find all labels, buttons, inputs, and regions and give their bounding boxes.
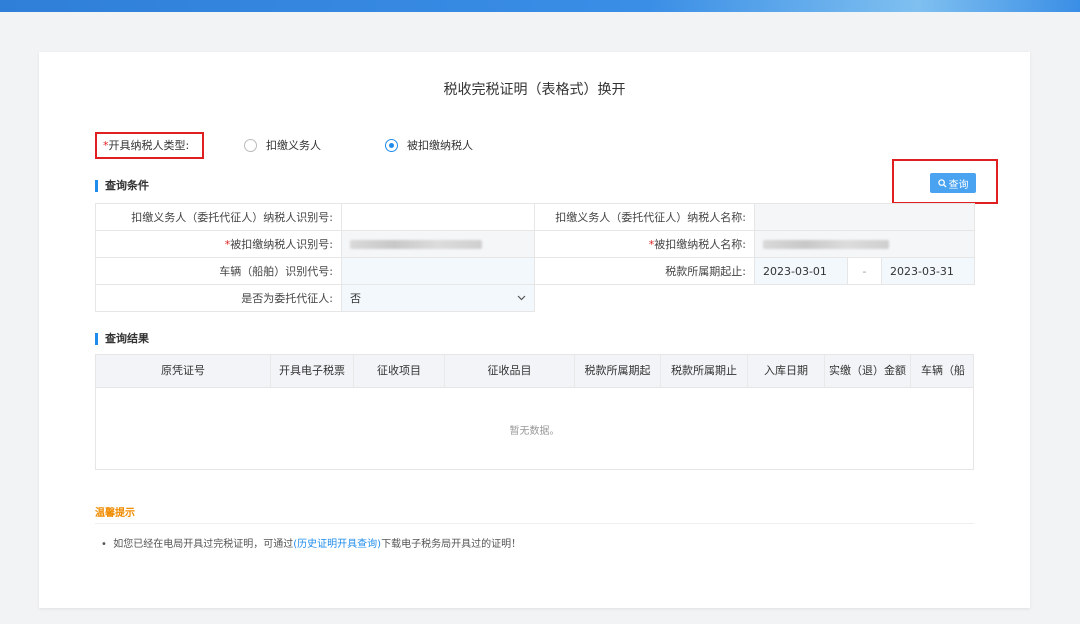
radio-withholding-agent-label: 扣缴义务人 xyxy=(266,139,321,152)
query-results-title: 查询结果 xyxy=(95,333,149,345)
page-title: 税收完税证明（表格式）换开 xyxy=(443,82,626,98)
period-label: 税款所属期起止: xyxy=(534,257,755,285)
taxpayer-type-label: *开具纳税人类型: xyxy=(95,132,204,159)
chevron-down-icon xyxy=(517,295,526,301)
tips-text: • 如您已经在电局开具过完税证明，可通过(历史证明开具查询)下载电子税务局开具过… xyxy=(101,535,521,550)
radio-withheld-taxpayer[interactable]: 被扣缴纳税人 xyxy=(385,137,473,153)
period-end-input[interactable]: 2023-03-31 xyxy=(881,257,975,285)
query-conditions-title: 查询条件 xyxy=(95,180,149,192)
agent-id-label: 扣缴义务人（委托代征人）纳税人识别号: xyxy=(95,203,342,231)
agent-name-label: 扣缴义务人（委托代征人）纳税人名称: xyxy=(534,203,755,231)
column-header[interactable]: 税款所属期止 xyxy=(661,355,748,387)
column-header[interactable]: 入库日期 xyxy=(748,355,825,387)
agent-id-input[interactable] xyxy=(341,203,535,231)
column-header[interactable]: 税款所属期起 xyxy=(575,355,661,387)
column-header[interactable]: 征收品目 xyxy=(445,355,575,387)
blurred-value xyxy=(763,240,889,249)
tips-title: 温馨提示 xyxy=(95,508,135,519)
tips-divider xyxy=(95,523,974,524)
payer-id-label: *被扣缴纳税人识别号: xyxy=(95,230,342,258)
column-header[interactable]: 征收项目 xyxy=(354,355,445,387)
taxpayer-type-row: *开具纳税人类型: 扣缴义务人 被扣缴纳税人 xyxy=(95,130,695,162)
is-agent-value: 否 xyxy=(350,292,361,305)
empty-results-text: 暂无数据。 xyxy=(509,426,560,437)
payer-name-label-text: 被扣缴纳税人名称: xyxy=(654,238,746,251)
top-banner xyxy=(0,0,1080,12)
period-start-input[interactable]: 2023-03-01 xyxy=(754,257,848,285)
column-header[interactable]: 原凭证号 xyxy=(96,355,271,387)
search-icon xyxy=(937,178,947,188)
column-header[interactable]: 车辆（船 xyxy=(911,355,973,387)
results-table-header: 原凭证号 开具电子税票 征收项目 征收品目 税款所属期起 税款所属期止 入库日期… xyxy=(96,355,973,388)
vehicle-id-label: 车辆（船舶）识别代号: xyxy=(95,257,342,285)
payer-id-label-text: 被扣缴纳税人识别号: xyxy=(230,238,333,251)
blurred-value xyxy=(350,240,482,249)
query-conditions-table: 扣缴义务人（委托代征人）纳税人识别号: 扣缴义务人（委托代征人）纳税人名称: *… xyxy=(95,203,975,312)
agent-name-input[interactable] xyxy=(754,203,975,231)
payer-id-input[interactable] xyxy=(341,230,535,258)
taxpayer-type-label-text: 开具纳税人类型: xyxy=(108,139,190,152)
payer-name-input[interactable] xyxy=(754,230,975,258)
query-button[interactable]: 查询 xyxy=(930,173,976,193)
is-agent-select[interactable]: 否 xyxy=(341,284,535,312)
bullet: • xyxy=(101,539,107,550)
history-query-link[interactable]: (历史证明开具查询) xyxy=(293,539,381,550)
period-separator: - xyxy=(847,257,882,285)
radio-withheld-taxpayer-label: 被扣缴纳税人 xyxy=(407,139,473,152)
tips-text-before: 如您已经在电局开具过完税证明，可通过 xyxy=(113,539,294,550)
vehicle-id-input[interactable] xyxy=(341,257,535,285)
results-table: 原凭证号 开具电子税票 征收项目 征收品目 税款所属期起 税款所属期止 入库日期… xyxy=(95,354,974,470)
column-header[interactable]: 实缴（退）金额 xyxy=(825,355,911,387)
query-button-label: 查询 xyxy=(948,179,969,191)
radio-withholding-agent[interactable]: 扣缴义务人 xyxy=(244,137,321,153)
payer-name-label: *被扣缴纳税人名称: xyxy=(534,230,755,258)
radio-checked-icon xyxy=(385,138,398,152)
radio-unchecked-icon xyxy=(244,138,257,152)
tips-text-after: 下载电子税务局开具过的证明！ xyxy=(381,539,522,550)
main-card: 税收完税证明（表格式）换开 *开具纳税人类型: 扣缴义务人 被扣缴纳税人 查询条… xyxy=(39,52,1030,608)
query-button-highlight: 查询 xyxy=(892,159,998,204)
is-agent-label: 是否为委托代征人: xyxy=(95,284,342,312)
column-header[interactable]: 开具电子税票 xyxy=(271,355,354,387)
